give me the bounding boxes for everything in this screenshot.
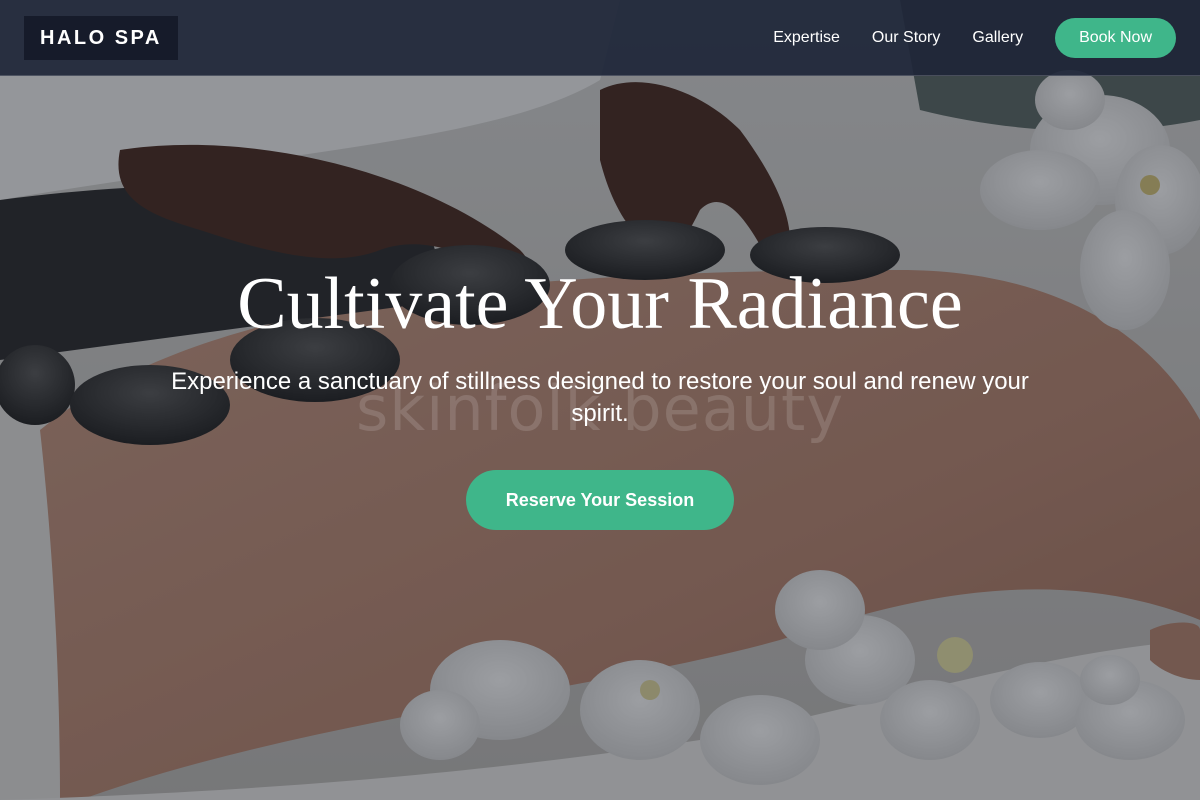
hero-title: Cultivate Your Radiance — [237, 263, 963, 345]
navbar: HALO SPA Expertise Our Story Gallery Boo… — [0, 0, 1200, 76]
hero-subtitle: Experience a sanctuary of stillness desi… — [171, 368, 1029, 427]
nav-links: Expertise Our Story Gallery Book Now — [773, 18, 1176, 58]
reserve-session-button[interactable]: Reserve Your Session — [466, 470, 734, 530]
nav-link-expertise[interactable]: Expertise — [773, 29, 840, 47]
nav-link-gallery[interactable]: Gallery — [972, 29, 1023, 47]
nav-link-our-story[interactable]: Our Story — [872, 29, 940, 47]
brand-logo[interactable]: HALO SPA — [24, 16, 178, 60]
book-now-button[interactable]: Book Now — [1055, 18, 1176, 58]
landing-page: skinfolk beauty HALO SPA Expertise Our S… — [0, 0, 1200, 800]
